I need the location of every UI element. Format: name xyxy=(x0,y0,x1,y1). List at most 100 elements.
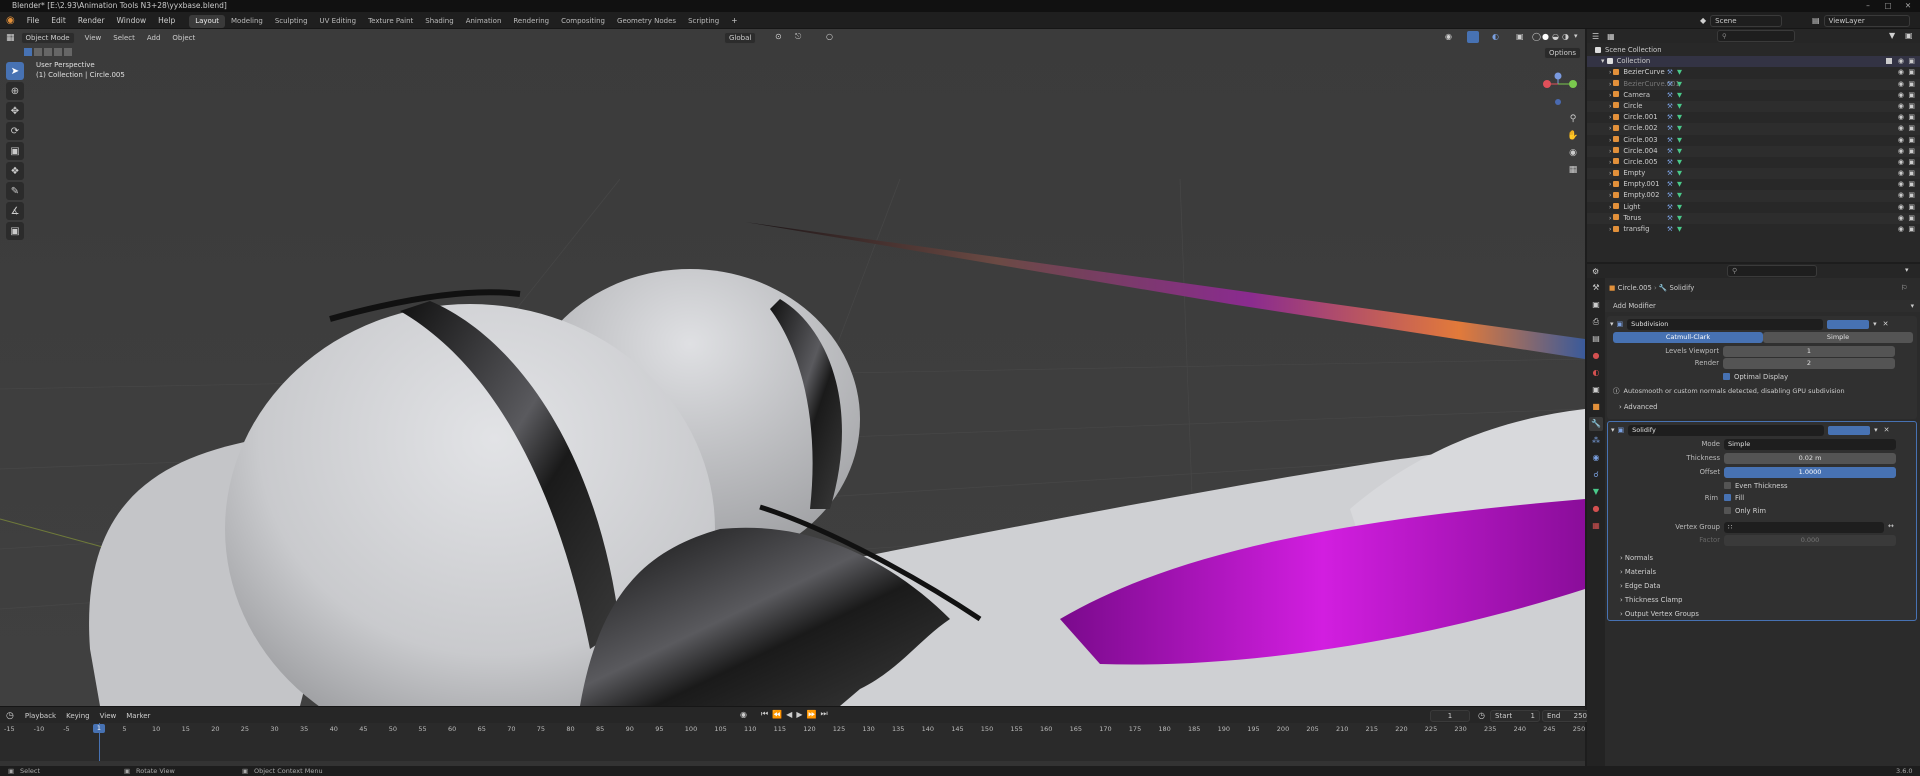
properties-editor-icon[interactable]: ⚙ xyxy=(1587,267,1604,276)
viewport-scene[interactable] xyxy=(0,29,1585,706)
shading-solid-icon[interactable]: ● xyxy=(1542,32,1549,41)
select-extend-icon[interactable] xyxy=(34,48,42,56)
timeline-editor-icon[interactable]: ◷ xyxy=(0,711,20,721)
eye-icon[interactable]: ◉ xyxy=(1898,101,1904,112)
solidify-menu-icon[interactable]: ▾ xyxy=(1874,426,1878,434)
expand-icon[interactable]: ▾ xyxy=(1601,57,1607,65)
playhead-frame-badge[interactable]: 1 xyxy=(93,724,105,733)
collection-tab-icon[interactable]: ▣ xyxy=(1589,383,1603,397)
outliner-row[interactable]: › Circle.002 ⚒ ▼ ◉ ▣ xyxy=(1587,123,1920,135)
rotate-tool[interactable]: ⟳ xyxy=(6,122,24,140)
properties-editor[interactable]: ⚙ ⚲ ▾ ⚒ ▣ ⎙ ▤ ● ◐ ▣ ■ 🔧 ⁂ ◉ ☌ ▼ ● ▦ ■ Ci… xyxy=(1587,264,1920,766)
eye-icon[interactable]: ◉ xyxy=(1898,213,1904,224)
shading-dropdown-icon[interactable]: ▾ xyxy=(1574,32,1578,40)
collapse-icon[interactable]: ▾ xyxy=(1607,320,1617,328)
view-layer-tab-icon[interactable]: ▤ xyxy=(1589,332,1603,346)
timeline-editor[interactable]: ◷ Playback Keying View Marker ◉ ⏮ ⏪ ◀ ▶ … xyxy=(0,706,1592,769)
menu-tl-view[interactable]: View xyxy=(95,712,122,720)
blender-logo-icon[interactable]: ◉ xyxy=(0,15,21,26)
offset-slider[interactable]: 1.0000 xyxy=(1724,467,1896,478)
render-camera-icon[interactable]: ▣ xyxy=(1908,56,1915,67)
levels-viewport-field[interactable]: 1 xyxy=(1723,346,1895,357)
only-rim-checkbox[interactable]: Only Rim xyxy=(1724,506,1766,516)
outliner-row[interactable]: › Circle.003 ⚒ ▼ ◉ ▣ xyxy=(1587,135,1920,146)
add-workspace-icon[interactable]: + xyxy=(725,12,743,29)
eye-icon[interactable]: ◉ xyxy=(1898,67,1904,78)
options-dropdown[interactable]: Options xyxy=(1544,47,1582,59)
tab-simple[interactable]: Simple xyxy=(1763,332,1913,343)
xray-icon[interactable]: ▣ xyxy=(1516,32,1524,41)
properties-options-icon[interactable]: ▾ xyxy=(1905,266,1909,274)
tab-texture-paint[interactable]: Texture Paint xyxy=(362,15,419,28)
render-camera-icon[interactable]: ▣ xyxy=(1908,112,1915,123)
outliner-row[interactable]: › Light ⚒ ▼ ◉ ▣ xyxy=(1587,202,1920,213)
eye-icon[interactable]: ◉ xyxy=(1898,157,1904,168)
object-tab-icon[interactable]: ■ xyxy=(1589,400,1603,414)
eye-icon[interactable]: ◉ xyxy=(1898,56,1904,67)
select-new-icon[interactable] xyxy=(24,48,32,56)
play-icon[interactable]: ▶ xyxy=(796,710,802,719)
factor-field[interactable]: 0.000 xyxy=(1724,535,1896,546)
menu-view[interactable]: View xyxy=(79,29,108,47)
materials-subpanel[interactable]: › Materials xyxy=(1620,565,1699,579)
outliner-row[interactable]: › BezierCurve ⚒ ▼ ◉ ▣ xyxy=(1587,67,1920,78)
thickness-clamp-subpanel[interactable]: › Thickness Clamp xyxy=(1620,593,1699,607)
cursor-tool[interactable]: ⊕ xyxy=(6,82,24,100)
collapse-icon[interactable]: ▾ xyxy=(1608,426,1618,434)
menu-playback[interactable]: Playback xyxy=(20,712,61,720)
add-cube-tool[interactable]: ▣ xyxy=(6,222,24,240)
scene-selector[interactable]: ◆ Scene xyxy=(1700,14,1783,27)
pivot-icon[interactable]: ⊙ xyxy=(775,32,782,41)
render-camera-icon[interactable]: ▣ xyxy=(1908,123,1915,134)
shading-wireframe-icon[interactable]: ◯ xyxy=(1532,32,1541,41)
render-tab-icon[interactable]: ▣ xyxy=(1589,298,1603,312)
move-tool[interactable]: ✥ xyxy=(6,102,24,120)
invert-vertex-group-icon[interactable]: ↔ xyxy=(1888,522,1894,530)
material-tab-icon[interactable]: ● xyxy=(1589,502,1603,516)
filter-icon[interactable]: ▼ xyxy=(1889,31,1895,40)
solidify-name-field[interactable]: Solidify xyxy=(1628,424,1825,436)
outliner-row[interactable]: › BezierCurve.001 ⚒ ▼ ◉ ▣ xyxy=(1587,78,1920,90)
tab-uv-editing[interactable]: UV Editing xyxy=(314,15,363,28)
eye-icon[interactable]: ◉ xyxy=(1898,202,1904,213)
mode-dropdown[interactable]: Simple xyxy=(1724,439,1896,450)
add-modifier-dropdown[interactable]: Add Modifier ▾ xyxy=(1605,300,1920,312)
outliner-row[interactable]: › Circle.001 ⚒ ▼ ◉ ▣ xyxy=(1587,112,1920,123)
editor-type-icon[interactable]: ▦ xyxy=(0,33,21,43)
snap-icon[interactable]: ⎋ xyxy=(795,32,801,42)
shading-rendered-icon[interactable]: ◑ xyxy=(1562,32,1569,41)
shading-material-icon[interactable]: ◒ xyxy=(1552,32,1559,41)
pan-hand-icon[interactable]: ✋ xyxy=(1566,128,1580,145)
render-camera-icon[interactable]: ▣ xyxy=(1908,101,1915,112)
outliner-row[interactable]: › Camera ⚒ ▼ ◉ ▣ xyxy=(1587,90,1920,101)
outliner-row[interactable]: › transfig ⚒ ▼ ◉ ▣ xyxy=(1587,224,1920,235)
tab-geometry-nodes[interactable]: Geometry Nodes xyxy=(611,15,682,28)
play-reverse-icon[interactable]: ◀ xyxy=(786,710,792,719)
select-subtract-icon[interactable] xyxy=(44,48,52,56)
outliner-row[interactable]: › Torus ⚒ ▼ ◉ ▣ xyxy=(1587,212,1920,224)
render-camera-icon[interactable]: ▣ xyxy=(1908,213,1915,224)
select-intersect-icon[interactable] xyxy=(64,48,72,56)
tab-animation[interactable]: Animation xyxy=(460,15,508,28)
modifier-tab-icon[interactable]: 🔧 xyxy=(1589,417,1603,431)
output-tab-icon[interactable]: ⎙ xyxy=(1589,315,1603,329)
solidify-remove-icon[interactable]: ✕ xyxy=(1884,426,1890,434)
maximize-icon[interactable]: □ xyxy=(1878,0,1898,12)
menu-keying[interactable]: Keying xyxy=(61,712,95,720)
mode-dropdown[interactable]: Object Mode xyxy=(20,32,75,44)
menu-marker[interactable]: Marker xyxy=(121,712,155,720)
eye-icon[interactable]: ◉ xyxy=(1898,146,1904,157)
thickness-field[interactable]: 0.02 m xyxy=(1724,453,1896,464)
solidify-toggles[interactable] xyxy=(1828,425,1871,435)
eye-icon[interactable]: ◉ xyxy=(1898,190,1904,201)
outliner-row[interactable]: › Circle.005 ⚒ ▼ ◉ ▣ xyxy=(1587,157,1920,168)
normals-subpanel[interactable]: › Normals xyxy=(1620,551,1699,565)
advanced-subpanel[interactable]: › Advanced xyxy=(1619,402,1657,412)
render-camera-icon[interactable]: ▣ xyxy=(1908,146,1915,157)
eye-icon[interactable]: ◉ xyxy=(1898,168,1904,179)
render-camera-icon[interactable]: ▣ xyxy=(1908,90,1915,101)
proportional-edit-icon[interactable]: ○ xyxy=(826,32,833,41)
display-mode-icon[interactable]: ▦ xyxy=(1604,32,1618,41)
record-icon[interactable]: ◉ xyxy=(740,710,747,719)
even-thickness-checkbox[interactable]: Even Thickness xyxy=(1724,481,1788,491)
